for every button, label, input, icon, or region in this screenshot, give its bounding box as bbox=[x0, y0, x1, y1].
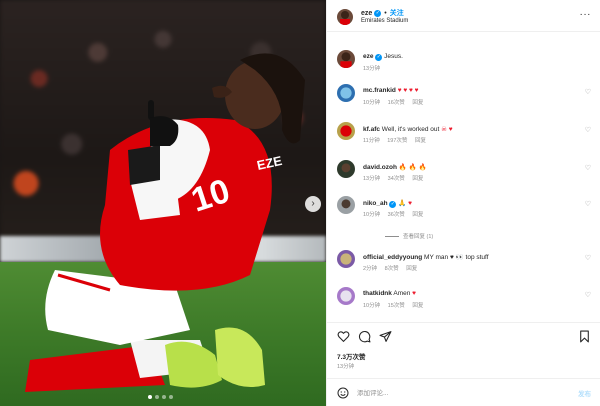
comment-text-line: official_eddyyoung MY man ♥ 👀 top stuff bbox=[363, 253, 489, 261]
caption-username[interactable]: eze bbox=[363, 53, 373, 60]
view-replies-divider bbox=[385, 235, 399, 237]
comment-meta: 10分钟 15次赞 回复 bbox=[363, 301, 429, 309]
post-comment-button[interactable]: 发布 bbox=[578, 388, 591, 398]
comment-likes[interactable]: 16次赞 bbox=[388, 100, 405, 106]
comment-likes[interactable]: 36次赞 bbox=[388, 212, 405, 218]
comment-username[interactable]: official_eddyyoung bbox=[363, 254, 422, 261]
like-comment-heart-icon[interactable]: ♡ bbox=[585, 89, 591, 96]
caption-text-line: eze ✓ Jesus. bbox=[363, 53, 403, 61]
comment-username[interactable]: niko_ah bbox=[363, 200, 388, 207]
post-header: eze ✓ • 关注 Emirates Stadium ··· bbox=[327, 0, 600, 32]
comment-username[interactable]: mc.frankid bbox=[363, 87, 396, 94]
caption-meta: 13分钟 bbox=[363, 64, 386, 72]
comment-bubble-icon[interactable] bbox=[358, 330, 371, 343]
comment-likes[interactable]: 34次赞 bbox=[388, 176, 405, 182]
commenter-avatar[interactable] bbox=[337, 122, 355, 140]
caption-time: 13分钟 bbox=[363, 66, 381, 72]
reply-button[interactable]: 回复 bbox=[412, 212, 423, 218]
commenter-avatar[interactable] bbox=[337, 287, 355, 305]
comment-meta: 13分钟 34次赞 回复 bbox=[363, 174, 429, 182]
commenter-avatar[interactable] bbox=[337, 84, 355, 102]
post-time: 13分钟 bbox=[337, 364, 355, 370]
comment-emoji: ♥ ♥ ♥ ♥ bbox=[397, 87, 419, 94]
view-replies-link[interactable]: 查看回复 (1) bbox=[385, 232, 433, 240]
caption-avatar[interactable] bbox=[337, 50, 355, 68]
reply-button[interactable]: 回复 bbox=[412, 303, 423, 309]
carousel-dot bbox=[155, 395, 159, 399]
post-like-count[interactable]: 7.3万次赞 bbox=[337, 351, 366, 361]
like-heart-icon[interactable] bbox=[337, 330, 350, 343]
caption-text: Jesus. bbox=[384, 53, 403, 60]
comment-composer: 发布 bbox=[327, 378, 600, 406]
comment-meta: 2分钟 8次赞 回复 bbox=[363, 264, 423, 272]
share-send-icon[interactable] bbox=[379, 330, 392, 343]
comment-emoji: ♥ 👀 top stuff bbox=[449, 254, 489, 261]
author-line: eze ✓ • 关注 bbox=[361, 8, 404, 18]
follow-button[interactable]: 关注 bbox=[390, 8, 404, 18]
like-comment-heart-icon[interactable]: ♡ bbox=[585, 292, 591, 299]
carousel-dot bbox=[148, 395, 152, 399]
post-action-bar bbox=[327, 322, 600, 348]
comment-time: 11分钟 bbox=[363, 138, 380, 144]
post-photo[interactable]: 10 EZE › bbox=[0, 0, 326, 406]
comment-text-line: kf.afc Well, it's worked out ☠ ♥ bbox=[363, 125, 453, 133]
carousel-dot bbox=[162, 395, 166, 399]
like-comment-heart-icon[interactable]: ♡ bbox=[585, 127, 591, 134]
reply-button[interactable]: 回复 bbox=[406, 266, 417, 272]
comment-emoji: ♥ bbox=[412, 290, 417, 297]
commenter-avatar[interactable] bbox=[337, 196, 355, 214]
comment-input[interactable] bbox=[357, 387, 557, 399]
more-options-icon[interactable]: ··· bbox=[580, 10, 592, 20]
view-replies-label: 查看回复 (1) bbox=[403, 234, 434, 240]
comment-likes[interactable]: 15次赞 bbox=[388, 303, 405, 309]
commenter-avatar[interactable] bbox=[337, 250, 355, 268]
verified-badge-icon: ✓ bbox=[375, 54, 383, 61]
comment-text-line: thatkidnk Amen ♥ bbox=[363, 290, 416, 297]
comment-emoji: ☠ ♥ bbox=[441, 126, 453, 133]
comment-username[interactable]: david.ozoh bbox=[363, 164, 397, 171]
post-side-panel: eze ✓ • 关注 Emirates Stadium ··· eze ✓ Je… bbox=[326, 0, 600, 406]
emoji-picker-icon[interactable] bbox=[337, 387, 349, 399]
next-photo-button[interactable]: › bbox=[305, 196, 321, 212]
separator: • bbox=[384, 9, 387, 17]
comment-text: Amen bbox=[393, 290, 411, 297]
comment-time: 2分钟 bbox=[363, 266, 378, 272]
author-username[interactable]: eze bbox=[361, 10, 372, 17]
comment-text-line: mc.frankid ♥ ♥ ♥ ♥ bbox=[363, 87, 419, 94]
comment-username[interactable]: thatkidnk bbox=[363, 290, 392, 297]
comment-meta: 11分钟 197次赞 回复 bbox=[363, 136, 432, 144]
comment-text-line: niko_ah ✓ 🙏 ♥ bbox=[363, 199, 412, 208]
reply-button[interactable]: 回复 bbox=[412, 100, 423, 106]
location-link[interactable]: Emirates Stadium bbox=[361, 18, 408, 24]
author-avatar[interactable] bbox=[337, 9, 353, 25]
comment-username[interactable]: kf.afc bbox=[363, 126, 380, 133]
like-comment-heart-icon[interactable]: ♡ bbox=[585, 201, 591, 208]
commenter-avatar[interactable] bbox=[337, 160, 355, 178]
comment-text: Well, it's worked out bbox=[381, 126, 440, 133]
comment-time: 10分钟 bbox=[363, 212, 381, 218]
bookmark-save-icon[interactable] bbox=[578, 330, 591, 343]
reply-button[interactable]: 回复 bbox=[412, 176, 423, 182]
reply-button[interactable]: 回复 bbox=[415, 138, 426, 144]
comment-time: 13分钟 bbox=[363, 176, 381, 182]
comment-text-line: david.ozoh 🔥 🔥 🔥 bbox=[363, 163, 427, 171]
player-illustration: 10 EZE bbox=[25, 53, 305, 392]
like-comment-heart-icon[interactable]: ♡ bbox=[585, 255, 591, 262]
carousel-dots bbox=[148, 395, 173, 399]
like-comment-heart-icon[interactable]: ♡ bbox=[585, 165, 591, 172]
comment-likes[interactable]: 8次赞 bbox=[385, 266, 399, 272]
carousel-dot bbox=[169, 395, 173, 399]
comment-meta: 10分钟 36次赞 回复 bbox=[363, 210, 429, 218]
comment-time: 10分钟 bbox=[363, 303, 381, 309]
verified-badge-icon: ✓ bbox=[389, 201, 397, 208]
comment-meta: 10分钟 16次赞 回复 bbox=[363, 98, 429, 106]
comment-text: MY man bbox=[424, 254, 449, 261]
comment-likes[interactable]: 197次赞 bbox=[387, 138, 407, 144]
comment-time: 10分钟 bbox=[363, 100, 381, 106]
comment-emoji: 🙏 ♥ bbox=[398, 200, 412, 207]
comment-emoji: 🔥 🔥 🔥 bbox=[398, 164, 427, 171]
verified-badge-icon: ✓ bbox=[374, 9, 382, 17]
